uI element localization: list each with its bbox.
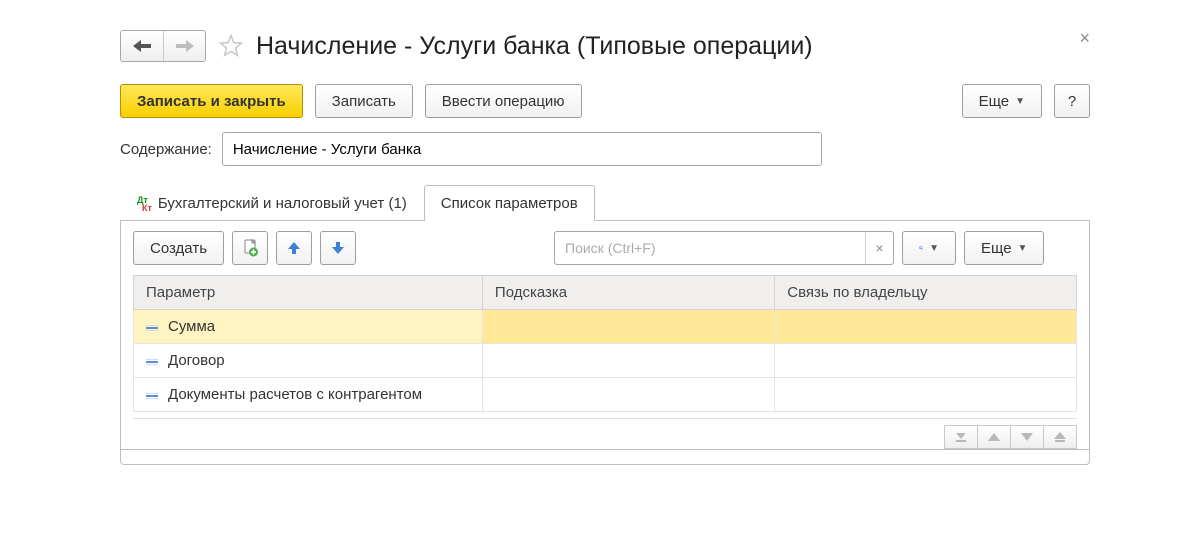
tab-accounting-label: Бухгалтерский и налоговый учет (1) [158, 195, 407, 212]
chevron-down-icon: ▼ [929, 243, 939, 254]
row-marker-icon [146, 325, 158, 329]
save-button[interactable]: Записать [315, 84, 413, 118]
col-hint[interactable]: Подсказка [482, 276, 774, 310]
search-input[interactable] [555, 240, 865, 256]
close-icon[interactable]: × [1079, 28, 1090, 49]
params-table: Параметр Подсказка Связь по владельцу Су… [133, 275, 1077, 412]
table-row[interactable]: Документы расчетов с контрагентом [134, 378, 1077, 412]
table-row[interactable]: Договор [134, 344, 1077, 378]
chevron-down-icon: ▼ [1018, 243, 1028, 254]
save-and-close-button[interactable]: Записать и закрыть [120, 84, 303, 118]
page-title: Начисление - Услуги банка (Типовые опера… [256, 32, 813, 61]
cell-param[interactable]: Документы расчетов с контрагентом [134, 378, 483, 412]
nav-first-icon[interactable] [944, 425, 978, 449]
enter-operation-button[interactable]: Ввести операцию [425, 84, 582, 118]
chevron-down-icon: ▼ [1015, 96, 1025, 107]
search-clear-icon[interactable]: × [865, 232, 893, 264]
magnifier-icon [919, 240, 923, 256]
row-marker-icon [146, 359, 158, 363]
more-button-label: Еще [979, 93, 1010, 110]
nav-history [120, 30, 206, 62]
inner-more-button[interactable]: Еще ▼ [964, 231, 1044, 265]
inner-more-label: Еще [981, 240, 1012, 257]
cell-owner-link[interactable] [775, 310, 1077, 344]
favorite-star-icon[interactable] [216, 31, 246, 61]
table-nav [133, 418, 1077, 449]
cell-hint[interactable] [482, 344, 774, 378]
back-button[interactable] [121, 31, 163, 61]
cell-owner-link[interactable] [775, 378, 1077, 412]
forward-button[interactable] [163, 31, 205, 61]
search-button[interactable]: ▼ [902, 231, 956, 265]
cell-param[interactable]: Договор [134, 344, 483, 378]
cell-owner-link[interactable] [775, 344, 1077, 378]
nav-up-icon[interactable] [977, 425, 1011, 449]
cell-hint[interactable] [482, 310, 774, 344]
content-input[interactable] [222, 132, 822, 166]
nav-down-icon[interactable] [1010, 425, 1044, 449]
create-button[interactable]: Создать [133, 231, 224, 265]
cell-param[interactable]: Сумма [134, 310, 483, 344]
row-marker-icon [146, 393, 158, 397]
dtkt-icon: ДтКт [137, 196, 152, 212]
move-down-button[interactable] [320, 231, 356, 265]
tab-params-label: Список параметров [441, 195, 578, 212]
col-owner-link[interactable]: Связь по владельцу [775, 276, 1077, 310]
content-label: Содержание: [120, 141, 212, 158]
tab-params[interactable]: Список параметров [424, 185, 595, 221]
cell-hint[interactable] [482, 378, 774, 412]
nav-last-icon[interactable] [1043, 425, 1077, 449]
col-param[interactable]: Параметр [134, 276, 483, 310]
table-row[interactable]: Сумма [134, 310, 1077, 344]
add-copy-button[interactable] [232, 231, 268, 265]
move-up-button[interactable] [276, 231, 312, 265]
more-button[interactable]: Еще ▼ [962, 84, 1042, 118]
help-button[interactable]: ? [1054, 84, 1090, 118]
search-box: × [554, 231, 894, 265]
tab-accounting[interactable]: ДтКт Бухгалтерский и налоговый учет (1) [120, 185, 424, 221]
